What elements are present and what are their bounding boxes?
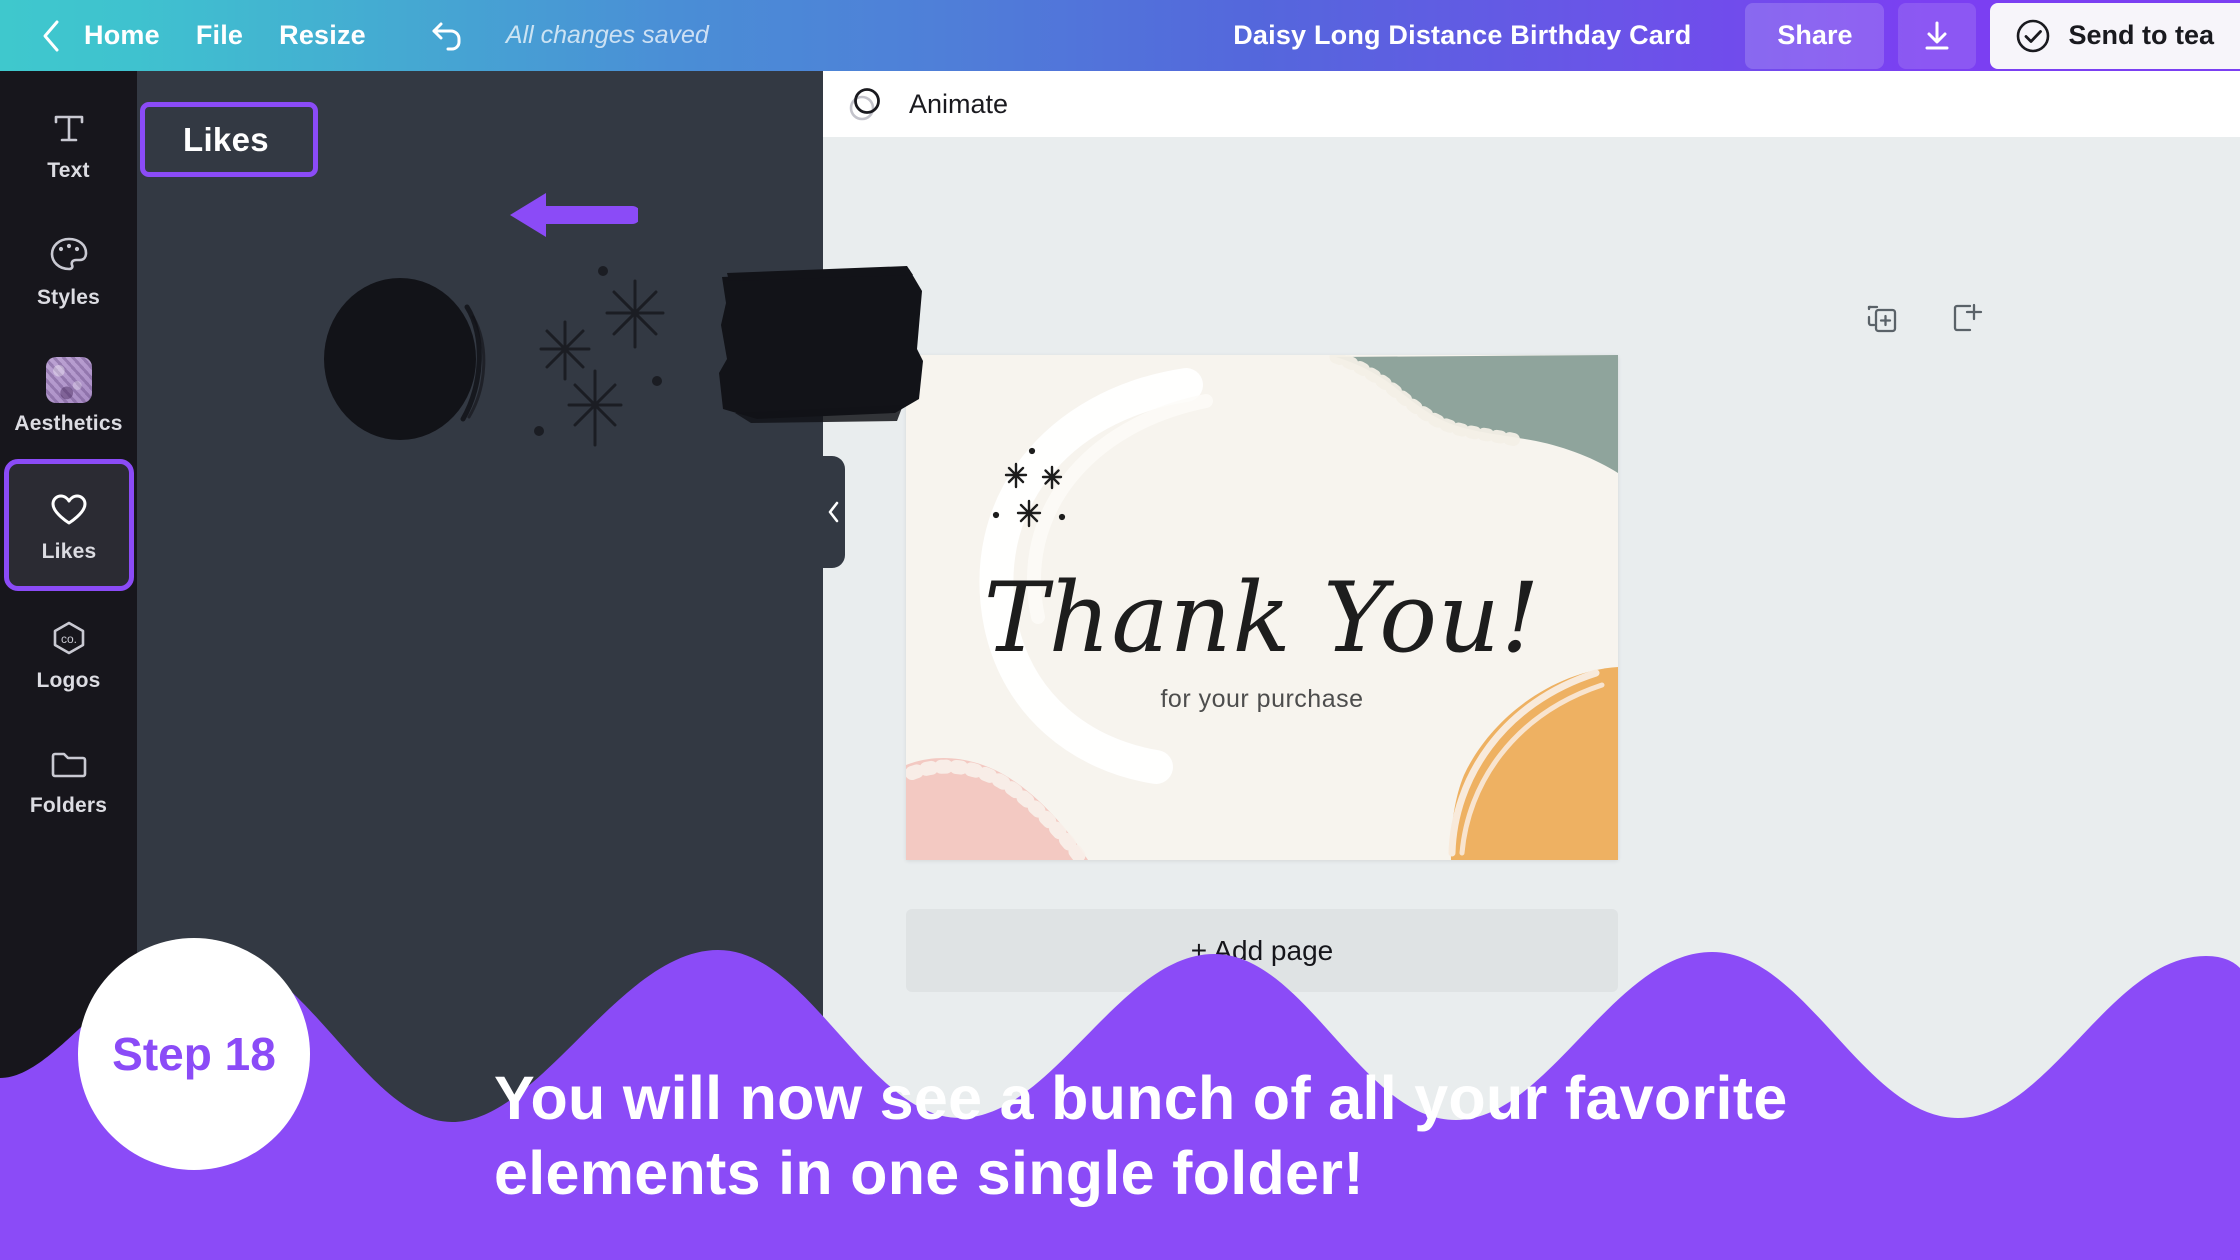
logo-hexagon-icon: co. (53, 621, 84, 654)
send-to-team-label: Send to tea (2068, 20, 2214, 50)
undo-button[interactable] (428, 16, 468, 56)
sidebar-item-logos-label: Logos (36, 668, 101, 692)
step-badge-label: Step 18 (112, 1028, 276, 1080)
sidebar-item-styles-label: Styles (36, 285, 101, 309)
likes-panel-title: Likes (183, 120, 269, 158)
text-t-icon (54, 115, 83, 141)
sidebar-item-styles[interactable]: Styles (0, 207, 137, 333)
download-icon (1925, 21, 1949, 49)
card-subtitle-text: for your purchase (1160, 685, 1364, 713)
undo-arrow-icon (432, 22, 461, 50)
sidebar-item-likes[interactable]: Likes (4, 459, 134, 591)
tutorial-caption-line1: You will now see a bunch of all your fav… (494, 1064, 1788, 1133)
add-page-bar-button[interactable]: + Add page (906, 909, 1618, 992)
likes-elements-grid (177, 263, 923, 463)
animate-button-label[interactable]: Animate (909, 89, 1008, 120)
brush-rectangle-element[interactable] (717, 263, 925, 428)
heart-icon (51, 494, 87, 524)
panel-collapse-handle[interactable] (823, 456, 845, 568)
file-menu-button[interactable]: File (196, 20, 243, 51)
design-title[interactable]: Daisy Long Distance Birthday Card (1233, 20, 1691, 51)
sidebar-item-folders-label: Folders (29, 793, 108, 817)
add-page-icon (1953, 303, 1983, 332)
svg-text:co.: co. (60, 632, 76, 646)
duplicate-page-button[interactable] (1863, 299, 1901, 342)
download-button[interactable] (1898, 2, 1977, 69)
sparkle-stars-element[interactable] (517, 253, 707, 453)
tutorial-caption-line2: elements in one single folder! (494, 1138, 1364, 1207)
palette-icon (50, 237, 87, 270)
sidebar-item-text[interactable]: Text (0, 81, 137, 207)
page-action-buttons (1863, 299, 1985, 342)
duplicate-page-icon (1867, 305, 1897, 333)
likes-panel-title-highlight: Likes (140, 102, 318, 177)
step-badge: Step 18 (78, 938, 310, 1170)
folder-icon (51, 752, 86, 777)
tutorial-caption: You will now see a bunch of all your fav… (494, 1061, 2194, 1210)
aesthetics-thumbnail-icon (45, 356, 92, 403)
animate-circles-icon (849, 88, 880, 121)
home-button[interactable]: Home (84, 20, 160, 51)
save-status-text: All changes saved (505, 21, 709, 49)
canva-editor-screenshot: Home File Resize All changes saved Daisy… (0, 0, 2240, 1260)
add-page-button[interactable] (1947, 299, 1985, 342)
sidebar-item-likes-label: Likes (41, 539, 97, 563)
share-button[interactable]: Share (1745, 2, 1885, 69)
brush-circle-element[interactable] (317, 273, 495, 445)
design-page-thumbnail[interactable]: Thank You! for your purchase (906, 355, 1618, 860)
check-circle-icon (2017, 19, 2050, 52)
sidebar-item-text-label: Text (47, 158, 90, 182)
chevron-left-icon (828, 501, 839, 523)
left-arrow-annotation-icon (510, 193, 638, 237)
chevron-left-icon (43, 20, 59, 51)
sidebar-item-folders[interactable]: Folders (0, 717, 137, 843)
back-button[interactable] (38, 20, 64, 51)
design-toolbar: Animate (823, 71, 2240, 137)
sidebar-item-aesthetics-label: Aesthetics (14, 411, 123, 435)
card-headline-text: Thank You! (983, 561, 1541, 674)
sidebar-item-aesthetics[interactable]: Aesthetics (0, 333, 137, 459)
top-toolbar: Home File Resize All changes saved Daisy… (0, 0, 2240, 71)
sidebar-item-logos[interactable]: co. Logos (0, 591, 137, 717)
send-to-team-button[interactable]: Send to tea (1990, 2, 2240, 69)
resize-button[interactable]: Resize (279, 20, 366, 51)
